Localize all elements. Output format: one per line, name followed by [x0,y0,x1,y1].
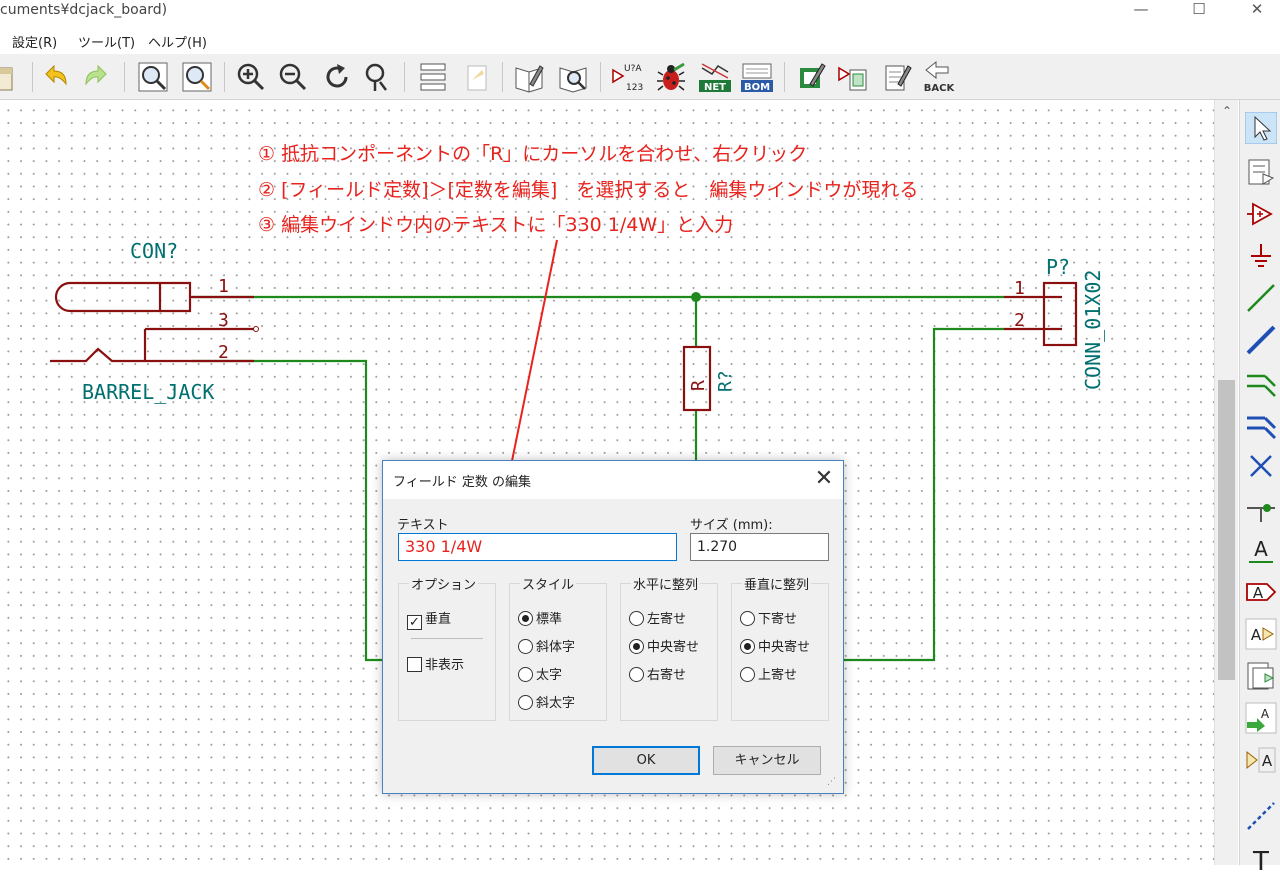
jack-reference: CON? [130,239,178,263]
style-title: スタイル [520,574,577,593]
global-label-icon[interactable]: A [1245,576,1277,608]
hierarchical-label-icon[interactable]: A [1245,618,1277,650]
svg-text:A: A [1253,584,1264,602]
options-divider [411,638,483,639]
select-tool-icon[interactable] [1245,112,1277,144]
style-group: スタイル 標準 斜体字 太字 斜太字 [509,574,607,721]
svg-text:A: A [1261,707,1270,721]
connector-pin-1: 1 [1014,278,1025,299]
import-sheet-pin-icon[interactable]: A [1245,702,1277,734]
scroll-up-arrow-icon[interactable]: ⌃ [1215,104,1239,118]
vertical-scrollbar[interactable]: ⌃ [1214,100,1238,865]
hierarchy-tool-icon[interactable] [1245,156,1277,188]
vertical-align-group: 垂直に整列 下寄せ 中央寄せ 上寄せ [731,574,829,721]
halign-right-radio[interactable]: 右寄せ [629,664,686,683]
resistor-value: R [688,380,709,391]
net-label-icon[interactable]: A [1245,534,1277,566]
jack-pin-2: 2 [218,342,229,363]
valign-top-radio[interactable]: 上寄せ [740,664,797,683]
horizontal-align-group: 水平に整列 左寄せ 中央寄せ 右寄せ [620,574,718,721]
size-label: サイズ (mm): [690,518,773,533]
connector-reference: P? [1046,255,1070,279]
jack-pin-1: 1 [218,276,229,297]
annotation-step-2: ② [フィールド定数]＞[定数を編集] を選択すると 編集ウインドウが現れる [258,179,919,201]
options-group: オプション ✓ 垂直 非表示 [398,574,496,721]
junction-dot [691,292,701,302]
vertical-align-title: 垂直に整列 [742,574,812,593]
bus-bus-entry-icon[interactable] [1245,408,1277,440]
svg-text:A: A [1262,752,1273,770]
halign-left-radio[interactable]: 左寄せ [629,608,686,627]
checkbox-checked-icon: ✓ [407,615,422,630]
text-input[interactable]: 330 1/4W [398,533,677,561]
connector-pin-2: 2 [1014,310,1025,331]
style-bold-radio[interactable]: 太字 [518,664,562,683]
edit-field-dialog: フィールド 定数 の編集 ✕ テキスト 330 1/4W サイズ (mm): 1… [382,460,844,794]
sheet-pin-icon[interactable]: A [1245,744,1277,776]
radio-selected-icon [518,611,533,626]
style-normal-radio[interactable]: 標準 [518,608,562,627]
junction-icon[interactable] [1245,492,1277,524]
no-connect-icon[interactable] [1245,450,1277,482]
dialog-header: フィールド 定数 の編集 ✕ [383,461,843,499]
wire-net-2-left [192,359,384,662]
svg-text:T: T [1252,847,1269,872]
annotation-step-3: ③ 編集ウインドウ内のテキストに「330 1/4W」と入力 [258,214,734,236]
dialog-close-icon[interactable]: ✕ [809,465,839,495]
valign-bottom-radio[interactable]: 下寄せ [740,608,797,627]
annotation-step-1: ① 抵抗コンポーネントの「R」にカーソルを合わせ、右クリック [258,143,808,165]
radio-selected-icon [629,639,644,654]
graphic-line-icon[interactable] [1245,800,1277,832]
radio-icon [518,695,533,710]
jack-pin-3: 3 [218,310,229,331]
close-window-button[interactable]: ✕ [1234,0,1280,22]
horizontal-align-title: 水平に整列 [631,574,701,593]
hidden-checkbox[interactable]: 非表示 [407,654,464,673]
resize-grip-icon[interactable]: ⋰ [827,777,836,787]
resistor-reference: R? [715,370,736,392]
add-wire-icon[interactable] [1245,282,1277,314]
ok-button[interactable]: OK [592,746,700,775]
checkbox-unchecked-icon [407,657,422,672]
radio-icon [518,639,533,654]
size-input[interactable]: 1.270 [690,533,829,561]
hierarchical-sheet-icon[interactable] [1245,660,1277,692]
radio-icon [740,611,755,626]
radio-icon [629,667,644,682]
scrollbar-thumb[interactable] [1218,380,1235,680]
right-toolbar: A A A A A T [1239,100,1280,872]
options-title: オプション [409,574,479,593]
text-tool-icon[interactable]: T [1245,840,1277,872]
radio-icon [740,667,755,682]
radio-icon [518,667,533,682]
text-label: テキスト [397,518,449,533]
valign-center-radio[interactable]: 中央寄せ [740,636,810,655]
style-italic-radio[interactable]: 斜体字 [518,636,575,655]
radio-icon [629,611,644,626]
wire-net-2-right [844,327,1004,662]
halign-center-radio[interactable]: 中央寄せ [629,636,699,655]
svg-text:A: A [1251,626,1262,644]
jack-value: BARREL_JACK [82,380,214,404]
add-bus-icon[interactable] [1245,324,1277,356]
wire-bus-entry-icon[interactable] [1245,366,1277,398]
add-component-icon[interactable] [1245,198,1277,230]
add-power-icon[interactable] [1245,240,1277,272]
dialog-title: フィールド 定数 の編集 [393,475,532,490]
resistor-symbol [682,345,712,412]
vertical-checkbox[interactable]: ✓ 垂直 [407,608,451,630]
pin-3-unconnected [253,326,259,332]
radio-selected-icon [740,639,755,654]
connector-value: CONN_01X02 [1081,270,1105,390]
cancel-button[interactable]: キャンセル [713,746,821,775]
style-bold-italic-radio[interactable]: 斜太字 [518,692,575,711]
svg-text:A: A [1254,537,1268,561]
